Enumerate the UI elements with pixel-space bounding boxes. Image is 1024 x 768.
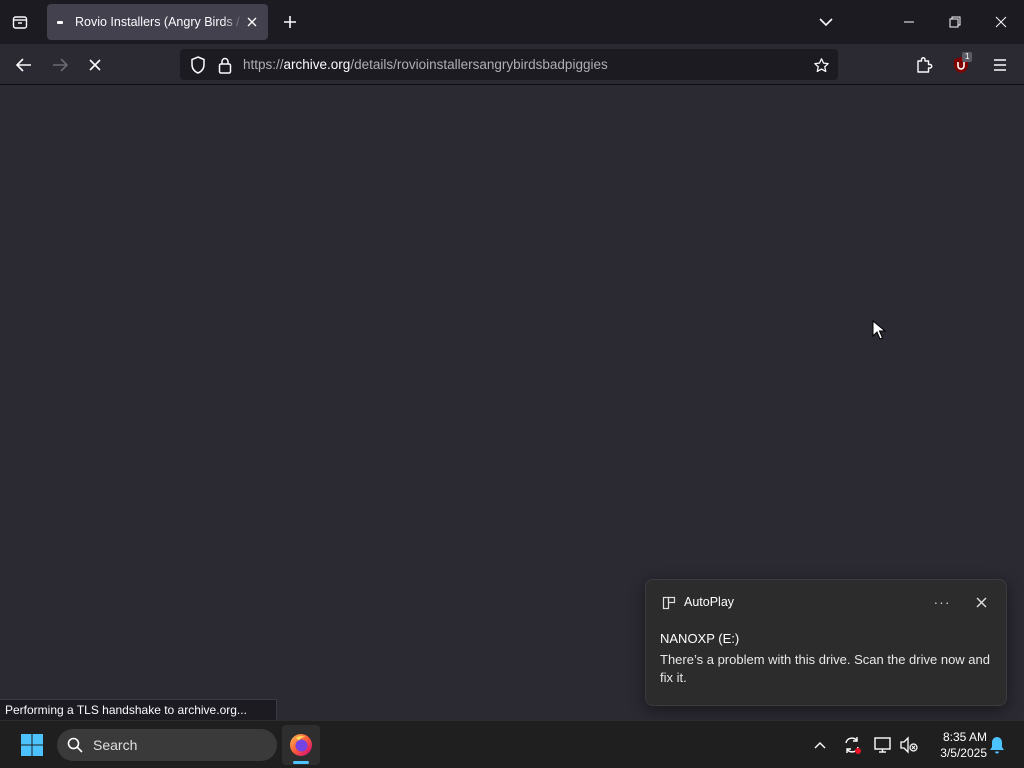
status-panel: Performing a TLS handshake to archive.or… xyxy=(0,699,277,721)
clock-time: 8:35 AM xyxy=(942,730,987,744)
search-icon xyxy=(67,737,83,753)
extensions-puzzle-icon[interactable] xyxy=(909,50,939,80)
close-window-button[interactable] xyxy=(978,0,1024,44)
loading-favicon-icon xyxy=(57,20,63,24)
minimize-button[interactable] xyxy=(886,0,932,44)
search-placeholder: Search xyxy=(93,737,138,753)
autoplay-icon xyxy=(662,596,676,610)
forward-button[interactable] xyxy=(45,50,75,80)
notification-body: There’s a problem with this drive. Scan … xyxy=(660,652,990,685)
clock[interactable]: 8:35 AM 3/5/2025 xyxy=(925,729,987,761)
url-domain: archive.org xyxy=(283,57,351,72)
tab-active[interactable]: Rovio Installers (Angry Birds / Bad Pigg… xyxy=(47,4,268,40)
network-icon[interactable] xyxy=(871,733,895,757)
close-notification-button[interactable] xyxy=(968,590,994,614)
mouse-cursor-icon xyxy=(872,320,886,340)
lock-icon[interactable] xyxy=(216,55,234,75)
list-all-tabs-chevron-down-icon[interactable] xyxy=(812,8,840,36)
url-path: /details/rovioinstallersangrybirdsbadpig… xyxy=(350,57,608,72)
volume-muted-icon[interactable] xyxy=(897,733,921,757)
navigation-toolbar: https://archive.org/details/rovioinstall… xyxy=(0,44,1024,85)
extension-badge: 1 xyxy=(962,52,973,62)
more-options-button[interactable]: ··· xyxy=(928,590,956,614)
url-bar[interactable]: https://archive.org/details/rovioinstall… xyxy=(180,49,838,80)
close-tab-icon[interactable] xyxy=(242,12,262,32)
bookmark-star-icon[interactable] xyxy=(810,54,832,76)
firefox-taskbar-icon[interactable] xyxy=(282,725,320,765)
show-hidden-icons-chevron-up-icon[interactable] xyxy=(808,733,832,757)
tracking-protection-shield-icon[interactable] xyxy=(188,55,208,75)
windows-start-icon[interactable] xyxy=(14,729,50,761)
taskbar: Search 8:35 AM 3/5/2025 xyxy=(0,720,1024,768)
running-app-indicator xyxy=(293,761,309,764)
back-button[interactable] xyxy=(9,50,39,80)
restore-button[interactable] xyxy=(932,0,978,44)
title-bar: Rovio Installers (Angry Birds / Bad Pigg… xyxy=(0,0,1024,44)
sync-icon[interactable] xyxy=(840,733,864,757)
taskbar-search-box[interactable]: Search xyxy=(57,729,277,761)
stop-loading-button[interactable] xyxy=(80,50,110,80)
url-text[interactable]: https://archive.org/details/rovioinstall… xyxy=(243,57,608,72)
firefox-view-icon[interactable] xyxy=(6,8,34,36)
notification-app-name: AutoPlay xyxy=(684,595,735,609)
url-scheme: https:// xyxy=(243,57,284,72)
new-tab-button[interactable] xyxy=(276,8,304,36)
hamburger-menu-icon[interactable] xyxy=(985,50,1015,80)
notification-bell-icon[interactable] xyxy=(985,733,1009,757)
clock-date: 3/5/2025 xyxy=(940,746,987,760)
tab-title: Rovio Installers (Angry Birds / Bad Pigg… xyxy=(75,15,243,29)
autoplay-notification[interactable]: AutoPlay ··· NANOXP (E:) There’s a probl… xyxy=(645,579,1007,706)
notification-title: NANOXP (E:) xyxy=(660,631,740,646)
